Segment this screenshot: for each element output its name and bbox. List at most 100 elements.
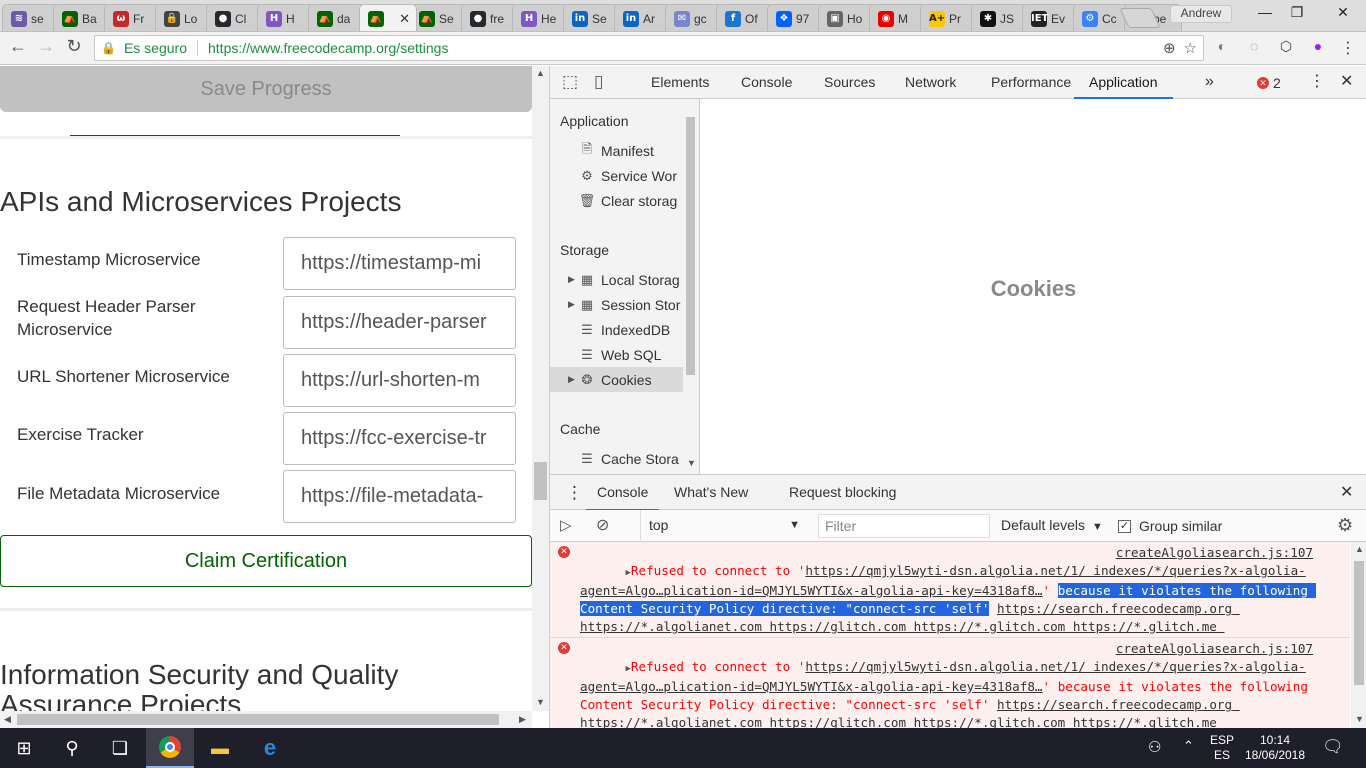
minimize-icon[interactable]: — — [1250, 4, 1280, 20]
console-error-message[interactable]: ✕ ▶Refused to connect to 'https://qmjyl5w… — [550, 638, 1350, 728]
bookmark-star-icon[interactable]: ☆ — [1184, 39, 1197, 57]
browser-tab[interactable]: ω Fr — [104, 4, 162, 31]
extension-icon[interactable]: ⬡ — [1276, 38, 1296, 58]
source-link[interactable]: createAlgoliasearch.js:107 — [1116, 640, 1313, 658]
drawer-menu-icon[interactable]: ⋮ — [566, 475, 583, 511]
log-levels-dropdown[interactable]: Default levels ▼ — [1001, 510, 1103, 542]
filter-input[interactable]: Filter — [818, 514, 990, 538]
inspect-element-icon[interactable]: ⬚ — [562, 66, 578, 99]
tab-performance[interactable]: Performance — [991, 66, 1071, 99]
sidebar-item-cache-storage[interactable]: ☰ Cache Stora — [550, 446, 683, 471]
project-url-input[interactable]: https://url-shorten-m — [283, 354, 516, 407]
reload-icon[interactable]: ↻ — [62, 36, 86, 57]
browser-tab[interactable]: HH — [257, 4, 315, 31]
clock[interactable]: 10:14 18/06/2018 — [1240, 733, 1310, 763]
browser-tab[interactable]: ✱ JS — [971, 4, 1029, 31]
extension-icon[interactable]: ◌ — [1244, 38, 1264, 58]
sidebar-item-clear-storage[interactable]: 🗑 Clear storag — [550, 188, 683, 213]
scrollbar-thumb[interactable] — [534, 462, 547, 500]
close-drawer-icon[interactable]: ✕ — [1340, 475, 1353, 511]
address-bar[interactable]: 🔒 Es seguro https://www.freecodecamp.org… — [94, 35, 1204, 61]
sidebar-item-manifest[interactable]: 🗎 Manifest — [550, 138, 683, 163]
browser-tab[interactable]: ✉ gc — [665, 4, 723, 31]
close-devtools-icon[interactable]: ✕ — [1340, 66, 1353, 99]
browser-tab[interactable]: H He — [512, 4, 570, 31]
extension-icon[interactable]: ● — [1308, 38, 1328, 58]
forward-icon[interactable]: → — [34, 36, 58, 57]
browser-tab[interactable]: ❖ 97 — [767, 4, 825, 31]
page-horizontal-scrollbar[interactable]: ◀ ▶ — [0, 711, 532, 728]
browser-tab[interactable]: ◉ M — [869, 4, 927, 31]
sidebar-item-service-workers[interactable]: ⚙ Service Wor — [550, 163, 683, 188]
checkbox-checked-icon[interactable]: ✓ — [1118, 519, 1131, 533]
browser-tab[interactable]: ⛺ Se — [410, 4, 468, 31]
close-tab-icon[interactable]: ✕ — [399, 11, 410, 27]
expand-arrow-icon[interactable]: ▶ — [568, 299, 578, 310]
browser-tab[interactable]: IET Ev — [1022, 4, 1080, 31]
sidebar-item-web-sql[interactable]: ☰ Web SQL — [550, 342, 683, 367]
chrome-icon[interactable] — [146, 728, 194, 768]
close-window-icon[interactable]: ✕ — [1328, 4, 1358, 21]
edge-icon[interactable]: e — [246, 728, 294, 768]
scrollbar-thumb[interactable] — [17, 714, 499, 725]
device-toolbar-icon[interactable]: ▯ — [594, 66, 603, 99]
project-url-input[interactable]: https://fcc-exercise-tr — [283, 412, 516, 465]
browser-tab[interactable]: ⛺ ✕ — [359, 4, 417, 31]
browser-tab[interactable]: in Se — [563, 4, 621, 31]
browser-tab[interactable]: in Ar — [614, 4, 672, 31]
sidebar-item-session-storage[interactable]: ▶ ▦ Session Stor — [550, 292, 683, 317]
tab-elements[interactable]: Elements — [651, 66, 709, 99]
scrollbar-thumb[interactable] — [686, 117, 695, 375]
back-icon[interactable]: ← — [6, 36, 30, 57]
sidebar-item-indexeddb[interactable]: ☰ IndexedDB — [550, 317, 683, 342]
drawer-tab-whats-new[interactable]: What's New — [674, 475, 748, 511]
group-similar-checkbox[interactable]: ✓ Group similar — [1118, 510, 1222, 542]
source-link[interactable]: createAlgoliasearch.js:107 — [1116, 544, 1313, 562]
sidebar-toggle-icon[interactable]: ▷ — [560, 510, 572, 542]
more-tabs-icon[interactable]: » — [1205, 66, 1214, 99]
zoom-icon[interactable]: ⊕ — [1163, 39, 1176, 57]
browser-tab[interactable]: 🔒 Lo — [155, 4, 213, 31]
browser-tab[interactable]: A+ Pr — [920, 4, 978, 31]
drawer-tab-request-blocking[interactable]: Request blocking — [789, 475, 896, 511]
console-scrollbar[interactable]: ▲ ▼ — [1351, 542, 1366, 728]
clear-console-icon[interactable]: ⊘ — [596, 510, 609, 542]
expand-arrow-icon[interactable]: ▶ — [568, 374, 578, 385]
search-icon[interactable]: ⚲ — [48, 728, 96, 768]
project-url-input[interactable]: https://header-parser — [283, 296, 516, 349]
people-icon[interactable]: ⚇ — [1148, 738, 1161, 756]
menu-icon[interactable]: ⋮ — [1338, 38, 1358, 58]
project-url-input[interactable]: https://timestamp-mi — [283, 237, 516, 290]
console-settings-gear-icon[interactable]: ⚙ — [1337, 510, 1353, 542]
windows-start-icon[interactable]: ⊞ — [0, 728, 48, 768]
console-error-message[interactable]: ✕ ▶Refused to connect to 'https://qmjyl5w… — [550, 542, 1350, 652]
context-selector[interactable]: top ▼ — [640, 510, 800, 542]
notifications-icon[interactable]: 🗨 — [1322, 737, 1344, 757]
sidebar-scrollbar[interactable]: ▼ — [684, 114, 699, 472]
save-progress-button[interactable]: Save Progress — [0, 66, 532, 112]
tab-console[interactable]: Console — [741, 66, 792, 99]
browser-tab[interactable]: ⛺ da — [308, 4, 366, 31]
language-indicator[interactable]: ESP ES — [1208, 733, 1236, 763]
expand-arrow-icon[interactable]: ▶ — [568, 274, 578, 285]
file-explorer-icon[interactable]: ▬ — [196, 728, 244, 768]
browser-tab[interactable]: ● fre — [461, 4, 519, 31]
sidebar-item-cookies[interactable]: ▶ ❂ Cookies — [550, 367, 683, 392]
sidebar-item-local-storage[interactable]: ▶ ▦ Local Storag — [550, 267, 683, 292]
maximize-icon[interactable]: ❐ — [1282, 4, 1312, 21]
task-view-icon[interactable]: ❏ — [96, 728, 144, 768]
scrollbar-thumb[interactable] — [1354, 561, 1364, 685]
extension-icon[interactable]: ◐ — [1212, 38, 1232, 58]
page-vertical-scrollbar[interactable]: ▲ ▼ — [532, 66, 549, 711]
browser-tab[interactable]: ≋ se — [2, 4, 60, 31]
error-counter[interactable]: ✕ 2 — [1257, 66, 1281, 99]
drawer-tab-console[interactable]: Console — [586, 475, 660, 511]
tab-network[interactable]: Network — [905, 66, 956, 99]
devtools-menu-icon[interactable]: ⋮ — [1309, 66, 1325, 99]
project-url-input[interactable]: https://file-metadata- — [283, 470, 516, 523]
tab-application[interactable]: Application — [1074, 66, 1173, 99]
browser-tab[interactable]: f Of — [716, 4, 774, 31]
browser-tab[interactable]: ● Cl — [206, 4, 264, 31]
claim-certification-button[interactable]: Claim Certification — [0, 535, 532, 587]
browser-tab[interactable]: ▣ Ho — [818, 4, 876, 31]
